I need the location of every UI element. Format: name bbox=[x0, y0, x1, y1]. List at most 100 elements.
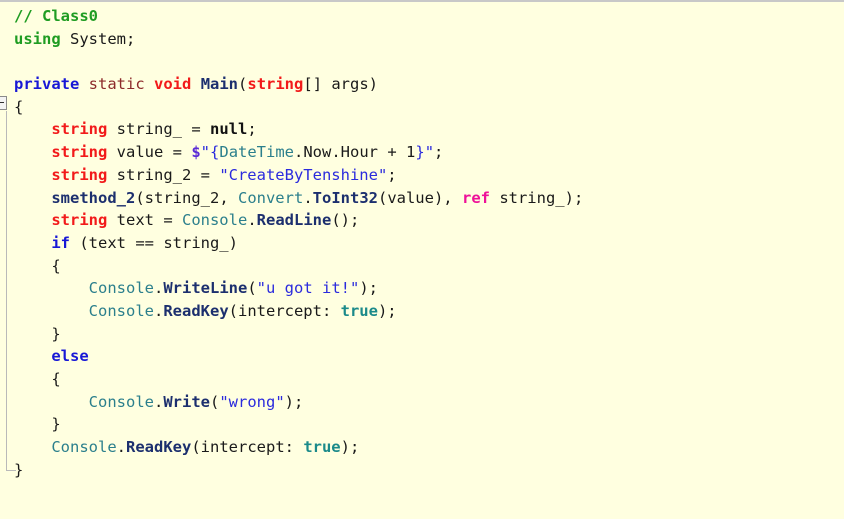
code-token: " bbox=[200, 143, 211, 162]
code-token: value = bbox=[107, 143, 192, 162]
code-token: $ bbox=[191, 143, 201, 162]
code-line[interactable]: string string_ = null; bbox=[0, 118, 844, 141]
code-line[interactable] bbox=[0, 50, 844, 73]
code-line[interactable]: { bbox=[0, 255, 844, 278]
code-token: (intercept: bbox=[228, 301, 341, 320]
code-line[interactable]: { bbox=[0, 368, 844, 391]
code-token: Console bbox=[51, 438, 117, 457]
code-token: } bbox=[14, 460, 24, 479]
code-line[interactable]: Console.WriteLine("u got it!"); bbox=[0, 277, 844, 300]
code-token: ; bbox=[247, 120, 257, 139]
code-token: static bbox=[88, 75, 145, 94]
code-line[interactable]: } bbox=[0, 459, 844, 482]
code-line[interactable]: Console.Write("wrong"); bbox=[0, 391, 844, 414]
code-line[interactable]: using System; bbox=[0, 28, 844, 51]
code-token: string bbox=[247, 75, 304, 94]
code-token: { bbox=[14, 97, 24, 116]
code-token: ( bbox=[210, 392, 220, 411]
code-token: string bbox=[51, 143, 108, 162]
code-line[interactable]: } bbox=[0, 323, 844, 346]
code-token: // Class0 bbox=[14, 7, 98, 25]
code-token: "wrong" bbox=[219, 392, 285, 411]
code-token: if bbox=[51, 233, 70, 252]
code-token: ); bbox=[284, 392, 304, 411]
code-token: string bbox=[51, 211, 108, 230]
code-token: true bbox=[303, 438, 341, 457]
code-token: (string_2, bbox=[135, 188, 238, 207]
code-token: string_ = bbox=[107, 120, 210, 139]
code-line[interactable]: string string_2 = "CreateByTenshine"; bbox=[0, 164, 844, 187]
code-token: " bbox=[424, 143, 435, 162]
code-token: string_2 = bbox=[107, 165, 220, 184]
code-token: . bbox=[153, 279, 164, 298]
code-token: } bbox=[14, 324, 61, 343]
code-token: (); bbox=[331, 211, 360, 230]
code-token: using bbox=[14, 29, 61, 48]
code-token: . bbox=[153, 301, 164, 320]
code-token: ); bbox=[340, 438, 360, 457]
code-token: true bbox=[340, 301, 378, 320]
code-line[interactable]: // Class0 bbox=[0, 5, 844, 28]
code-line[interactable]: if (text == string_) bbox=[0, 232, 844, 255]
code-token: Console bbox=[88, 392, 154, 411]
code-token: ReadKey bbox=[163, 301, 229, 320]
code-line[interactable]: Console.ReadKey(intercept: true); bbox=[0, 300, 844, 323]
code-token: else bbox=[51, 347, 89, 366]
code-token: string bbox=[51, 120, 108, 139]
code-token: (intercept: bbox=[191, 438, 304, 457]
code-token: Console bbox=[181, 211, 248, 230]
code-token: . bbox=[116, 438, 126, 457]
code-token: .Now.Hour + bbox=[294, 143, 406, 162]
code-line[interactable]: string text = Console.ReadLine(); bbox=[0, 209, 844, 232]
code-token: Main bbox=[200, 75, 239, 94]
code-token: Console bbox=[88, 301, 154, 320]
code-token: ToInt32 bbox=[312, 188, 378, 207]
code-token: ); bbox=[377, 301, 397, 320]
code-token: string bbox=[51, 165, 108, 184]
code-token: { bbox=[14, 370, 61, 388]
code-token: 1 bbox=[406, 143, 416, 162]
code-token: (value), bbox=[377, 188, 462, 207]
code-token: ( bbox=[238, 75, 248, 94]
code-token: . bbox=[247, 211, 257, 230]
code-token: "CreateByTenshine" bbox=[219, 165, 388, 184]
code-token: } bbox=[14, 415, 61, 434]
code-token: } bbox=[415, 143, 425, 162]
code-token: { bbox=[210, 143, 220, 162]
code-line[interactable]: smethod_2(string_2, Convert.ToInt32(valu… bbox=[0, 187, 844, 210]
code-line[interactable]: Console.ReadKey(intercept: true); bbox=[0, 436, 844, 459]
code-token: ( bbox=[247, 279, 257, 298]
code-token: Console bbox=[88, 279, 154, 298]
code-token: ReadLine bbox=[256, 211, 332, 230]
code-token: void bbox=[154, 75, 192, 94]
code-token: ReadKey bbox=[126, 438, 192, 457]
code-token: System; bbox=[70, 29, 136, 48]
code-token: . bbox=[153, 392, 164, 411]
code-text-area[interactable]: // Class0 using System; private static vo… bbox=[0, 2, 844, 481]
code-token: . bbox=[303, 188, 313, 207]
code-token: (text == string_) bbox=[70, 233, 238, 252]
code-token: ; bbox=[387, 165, 397, 184]
code-editor-viewport: // Class0 using System; private static vo… bbox=[0, 0, 844, 519]
code-line[interactable]: { bbox=[0, 96, 844, 119]
code-line[interactable]: private static void Main(string[] args) bbox=[0, 73, 844, 96]
code-token: [] args) bbox=[303, 75, 379, 94]
code-token: text = bbox=[107, 211, 182, 230]
code-token: Convert bbox=[237, 188, 304, 207]
code-token: private bbox=[14, 75, 80, 94]
code-line[interactable]: } bbox=[0, 413, 844, 436]
code-line[interactable]: string value = $"{DateTime.Now.Hour + 1}… bbox=[0, 141, 844, 164]
code-line[interactable]: else bbox=[0, 345, 844, 368]
code-token: string_); bbox=[489, 188, 584, 207]
